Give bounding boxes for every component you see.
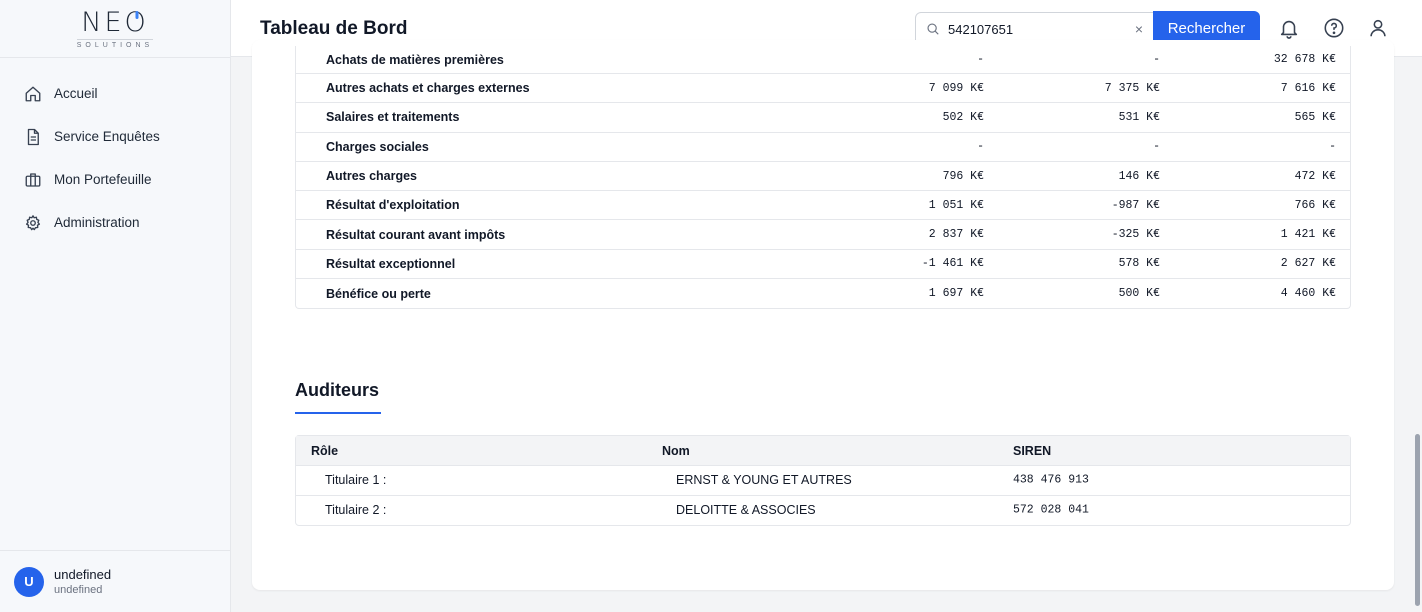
search-icon: [927, 23, 939, 35]
home-icon: [25, 86, 41, 101]
row-label: Autres achats et charges externes: [326, 81, 530, 96]
briefcase-icon: [25, 172, 41, 187]
table-row: Bénéfice ou perte 1 697 K€ 500 K€ 4 460 …: [296, 279, 1350, 308]
logo[interactable]: NEO SOLUTIONS: [0, 0, 230, 58]
row-label: Résultat courant avant impôts: [326, 227, 506, 242]
column-header-name: Nom: [662, 443, 690, 458]
user-subtitle: undefined: [54, 584, 103, 596]
sidebar-item-label: Mon Portefeuille: [54, 172, 152, 187]
value-year-1: 1 697 K€: [928, 287, 984, 301]
table-header: Rôle Nom SIREN: [296, 436, 1350, 466]
sidebar-item-accueil[interactable]: Accueil: [0, 72, 230, 115]
table-row: Titulaire 1 : ERNST & YOUNG ET AUTRES 43…: [296, 466, 1350, 496]
user-profile[interactable]: U undefined undefined: [0, 550, 230, 612]
row-label: Salaires et traitements: [326, 110, 460, 125]
value-year-2: 500 K€: [1118, 287, 1160, 301]
table-row: Charges sociales - - -: [296, 133, 1350, 162]
table-row: Autres charges 796 K€ 146 K€ 472 K€: [296, 162, 1350, 192]
auditor-name: ERNST & YOUNG ET AUTRES: [676, 473, 852, 488]
table-row: Résultat exceptionnel -1 461 K€ 578 K€ 2…: [296, 250, 1350, 280]
value-year-3: -: [1329, 140, 1336, 154]
value-year-3: 1 421 K€: [1280, 228, 1336, 242]
sidebar: NEO SOLUTIONS Accueil Service Enquêtes M…: [0, 0, 231, 612]
sidebar-item-label: Accueil: [54, 86, 98, 101]
value-year-1: -1 461 K€: [921, 257, 984, 271]
sidebar-item-administration[interactable]: Administration: [0, 201, 230, 244]
logo-mark: NEO: [81, 6, 149, 38]
value-year-3: 766 K€: [1294, 198, 1336, 212]
row-label: Achats de matières premières: [326, 52, 504, 67]
user-icon[interactable]: [1367, 17, 1389, 39]
value-year-1: 796 K€: [942, 169, 984, 183]
user-name: undefined: [54, 567, 112, 582]
value-year-2: -: [1153, 53, 1160, 66]
search-input[interactable]: [948, 21, 1118, 37]
avatar: U: [14, 566, 44, 597]
row-label: Résultat d'exploitation: [326, 198, 460, 213]
sidebar-item-service-enquetes[interactable]: Service Enquêtes: [0, 115, 230, 158]
value-year-1: 2 837 K€: [928, 228, 984, 242]
value-year-2: 531 K€: [1118, 110, 1160, 124]
scrollbar-thumb[interactable]: [1415, 434, 1420, 606]
logo-tagline: SOLUTIONS: [76, 38, 154, 49]
value-year-2: 146 K€: [1118, 169, 1160, 183]
auditor-siren: 572 028 041: [1013, 503, 1089, 517]
value-year-2: -: [1153, 140, 1160, 154]
value-year-2: -325 K€: [1111, 228, 1160, 242]
sidebar-item-label: Administration: [54, 215, 140, 230]
table-row: Salaires et traitements 502 K€ 531 K€ 56…: [296, 103, 1350, 133]
auditor-name: DELOITTE & ASSOCIES: [676, 503, 816, 518]
value-year-2: -987 K€: [1111, 198, 1160, 212]
row-label: Charges sociales: [326, 139, 429, 154]
value-year-2: 7 375 K€: [1104, 81, 1160, 95]
table-row: Titulaire 2 : DELOITTE & ASSOCIES 572 02…: [296, 496, 1350, 526]
auditors-table: Rôle Nom SIREN Titulaire 1 : ERNST & YOU…: [295, 435, 1351, 526]
value-year-3: 7 616 K€: [1280, 81, 1336, 95]
table-row: Résultat courant avant impôts 2 837 K€ -…: [296, 220, 1350, 250]
value-year-1: 7 099 K€: [928, 81, 984, 95]
section-underline: [295, 412, 381, 414]
clear-search-icon[interactable]: ×: [1135, 21, 1143, 37]
financial-table: Achats de matières premières - - 32 678 …: [295, 46, 1351, 310]
value-year-3: 565 K€: [1294, 110, 1336, 124]
value-year-1: 1 051 K€: [928, 198, 984, 212]
document-icon: [27, 128, 39, 145]
sidebar-nav: Accueil Service Enquêtes Mon Portefeuill…: [0, 58, 230, 244]
bell-icon[interactable]: [1278, 17, 1300, 39]
row-label: Bénéfice ou perte: [326, 286, 431, 301]
sidebar-item-mon-portefeuille[interactable]: Mon Portefeuille: [0, 158, 230, 201]
value-year-1: -: [977, 140, 984, 154]
column-header-role: Rôle: [311, 443, 339, 458]
gear-icon: [25, 214, 41, 230]
sidebar-item-label: Service Enquêtes: [54, 129, 160, 144]
column-header-siren: SIREN: [1013, 443, 1052, 458]
value-year-3: 472 K€: [1294, 169, 1336, 183]
table-row: Autres achats et charges externes 7 099 …: [296, 74, 1350, 104]
table-row: Résultat d'exploitation 1 051 K€ -987 K€…: [296, 191, 1350, 221]
auditor-role: Titulaire 2 :: [325, 503, 387, 518]
help-icon[interactable]: [1323, 17, 1345, 39]
table-row: Achats de matières premières - - 32 678 …: [296, 46, 1350, 74]
value-year-1: -: [977, 53, 984, 66]
company-detail-card: Achats de matières premières - - 32 678 …: [252, 40, 1394, 590]
value-year-3: 4 460 K€: [1280, 287, 1336, 301]
auditor-role: Titulaire 1 :: [325, 473, 387, 488]
value-year-2: 578 K€: [1118, 257, 1160, 271]
value-year-1: 502 K€: [942, 110, 984, 124]
value-year-3: 2 627 K€: [1280, 257, 1336, 271]
auditors-section-title: Auditeurs: [295, 380, 380, 400]
auditor-siren: 438 476 913: [1013, 473, 1089, 487]
row-label: Résultat exceptionnel: [326, 256, 456, 271]
value-year-3: 32 678 K€: [1273, 53, 1336, 66]
page-title: Tableau de Bord: [260, 18, 408, 39]
row-label: Autres charges: [326, 169, 418, 184]
